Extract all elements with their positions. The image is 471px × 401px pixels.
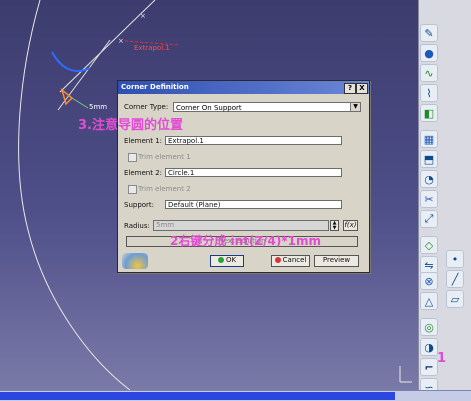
trim2-checkbox[interactable] [128, 185, 137, 194]
analysis-icon[interactable]: ⊗ [420, 272, 438, 290]
extrapol-label[interactable]: Extrapol.1 [134, 44, 170, 52]
grid-icon[interactable]: ▦ [420, 130, 438, 148]
trim1-checkbox[interactable] [128, 153, 137, 162]
radius-label: Radius: [124, 222, 150, 230]
ok-label: OK [225, 256, 237, 264]
point-label: 5mm [89, 103, 108, 111]
corner-type-value: Corner On Support [176, 104, 242, 112]
construction-line [57, 39, 111, 111]
corner-type-select[interactable]: Corner On Support ▼ [173, 102, 361, 112]
formula-button[interactable]: f(x) [343, 220, 358, 231]
blend-icon[interactable]: ◑ [420, 338, 438, 356]
dialog-title: Corner Definition [121, 83, 189, 91]
element1-label: Element 1: [124, 137, 163, 145]
preview-button[interactable]: Preview [314, 255, 359, 267]
dialog-title-bar[interactable]: Corner Definition ? X [118, 81, 369, 94]
annotation-1: 1 [437, 351, 447, 366]
green-leader [71, 97, 89, 109]
line-icon[interactable]: ╱ [446, 270, 464, 288]
measure-icon[interactable]: △ [420, 292, 438, 310]
support-label: Support: [124, 201, 155, 209]
spline-icon[interactable]: ∿ [420, 64, 438, 82]
svg-text:×: × [118, 37, 124, 45]
chevron-down-icon[interactable]: ▼ [350, 103, 360, 111]
radius-field[interactable]: 5mm [153, 220, 329, 231]
point-icon[interactable]: ● [420, 44, 438, 62]
extrude-icon[interactable]: ⬒ [420, 150, 438, 168]
element1-field[interactable]: Extrapol.1 [165, 136, 342, 145]
cancel-label: Cancel [282, 256, 307, 264]
circle-arc [18, 0, 131, 390]
join-icon[interactable]: ◎ [420, 318, 438, 336]
catia-logo-icon [122, 253, 148, 269]
element2-field[interactable]: Circle.1 [165, 168, 342, 177]
transform-icon[interactable]: ⤢ [420, 210, 438, 228]
close-button[interactable]: X [356, 83, 368, 94]
trim2-label: Trim element 2 [138, 185, 191, 193]
support-field[interactable]: Default (Plane) [165, 200, 342, 209]
cancel-button[interactable]: Cancel [271, 255, 310, 267]
corner-icon[interactable]: ⌐ [420, 358, 438, 376]
ok-bullet-icon [217, 257, 224, 263]
plane-icon[interactable]: ◇ [420, 236, 438, 254]
right-toolbar: ✎ ● ∿ ⌇ ◧ ▦ ⬒ ◔ ✂ ⤢ ◇ ⇋ ⊗ △ ◎ ◑ ⌐ ∽ • ╱ … [418, 0, 471, 396]
element2-label: Element 2: [124, 169, 163, 177]
status-bar [0, 390, 471, 401]
split-icon[interactable]: ✂ [420, 190, 438, 208]
sweep-icon[interactable]: ◔ [420, 170, 438, 188]
cancel-bullet-icon [274, 257, 281, 263]
help-button[interactable]: ? [344, 83, 356, 94]
svg-text:×: × [140, 12, 146, 20]
point-small-icon[interactable]: • [446, 250, 464, 268]
sketch-icon[interactable]: ✎ [420, 24, 438, 42]
plane-small-icon[interactable]: ▱ [446, 290, 464, 308]
surface-icon[interactable]: ◧ [420, 104, 438, 122]
annotation-3: 3.注意导圆的位置 [78, 118, 183, 133]
radius-spinner[interactable]: ▲ ▼ [330, 220, 339, 231]
helix-icon[interactable]: ⌇ [420, 84, 438, 102]
corner-type-label: Corner Type: [124, 103, 169, 111]
status-message-area [0, 392, 395, 400]
annotation-2: 2右键分成 int(Z/4)*1mm [170, 234, 321, 248]
trim1-label: Trim element 1 [138, 153, 191, 161]
ok-button[interactable]: OK [210, 255, 244, 267]
